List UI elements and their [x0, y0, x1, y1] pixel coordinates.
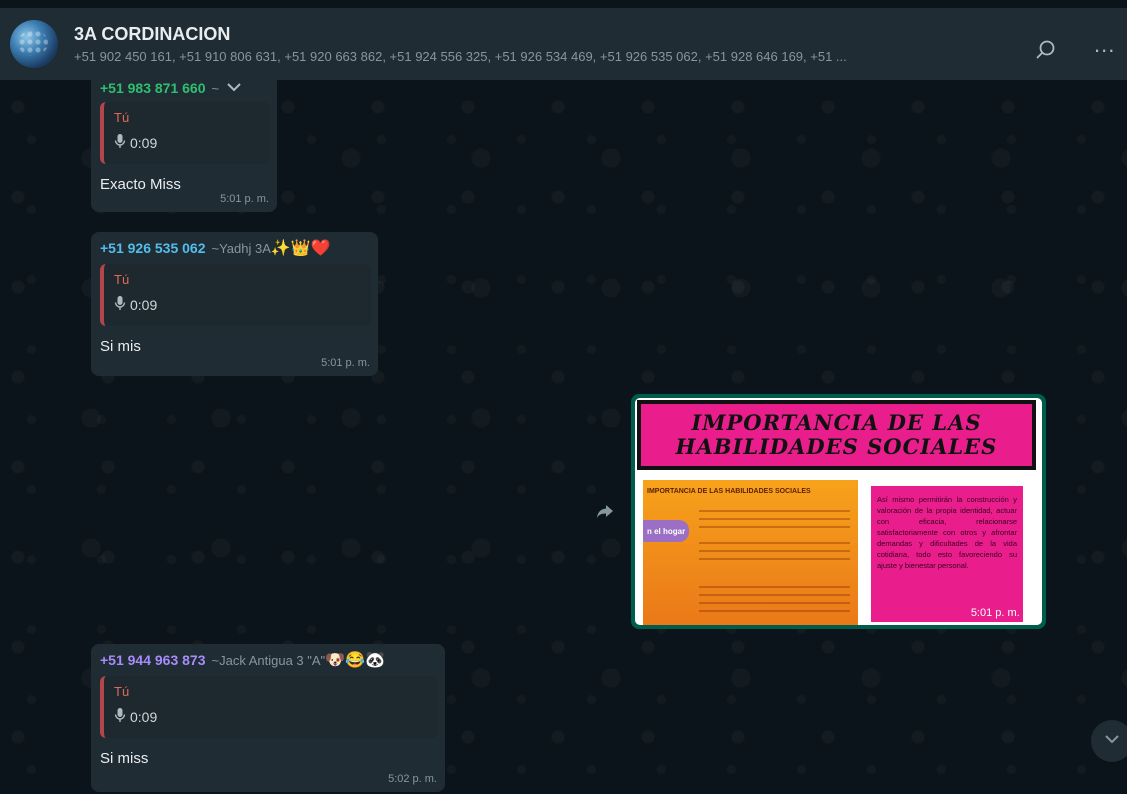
search-icon[interactable]: [1034, 38, 1058, 62]
audio-duration: 0:09: [130, 134, 158, 151]
image-message[interactable]: IMPORTANCIA DE LAS HABILIDADES SOCIALES …: [631, 394, 1046, 629]
sender-phone[interactable]: +51 926 535 062: [100, 240, 206, 256]
alias-emoji: ✨👑❤️: [270, 240, 331, 257]
message-bubble[interactable]: +51 944 963 873 ~Jack Antigua 3 "A"🐶😂🐼 T…: [91, 644, 445, 792]
quote-author: Tú: [114, 684, 130, 699]
message-text: Exacto Miss: [100, 176, 181, 193]
more-options-icon[interactable]: ...: [1094, 34, 1118, 62]
chevron-down-icon[interactable]: [225, 80, 243, 96]
slide-title: IMPORTANCIA DE LAS HABILIDADES SOCIALES: [675, 410, 998, 459]
quote-audio: 0:09: [114, 133, 260, 152]
quoted-message[interactable]: Tú 0:09: [100, 264, 371, 326]
message-bubble[interactable]: +51 926 535 062 ~Yadhj 3A✨👑❤️ Tú 0:09 Si…: [91, 232, 378, 376]
chat-header[interactable]: 3A CORDINACION +51 902 450 161, +51 910 …: [0, 8, 1127, 80]
sender-alias: ~Jack Antigua 3 "A"🐶😂🐼: [212, 650, 385, 670]
alias-text: ~Yadhj 3A: [211, 241, 271, 256]
microphone-icon: [114, 295, 126, 314]
slide-pill: n el hogar: [643, 520, 689, 542]
microphone-icon: [114, 133, 126, 152]
alias-emoji: 🐶😂🐼: [325, 652, 385, 669]
participants-list[interactable]: +51 902 450 161, +51 910 806 631, +51 92…: [74, 49, 1004, 64]
sender-alias: ~: [211, 80, 220, 96]
quoted-message[interactable]: Tú 0:09: [100, 102, 270, 164]
slide-right-panel: Así mismo permitirán la construcción y v…: [871, 486, 1023, 622]
slide-title-banner: IMPORTANCIA DE LAS HABILIDADES SOCIALES: [637, 400, 1036, 470]
microphone-icon: [114, 707, 126, 726]
message-text: Si miss: [100, 750, 149, 767]
chevron-down-icon: [1103, 732, 1121, 750]
quote-author: Tú: [114, 110, 130, 125]
sender-phone[interactable]: +51 944 963 873: [100, 652, 206, 668]
audio-duration: 0:09: [130, 708, 158, 725]
slide-left-title: IMPORTANCIA DE LAS HABILIDADES SOCIALES: [647, 488, 811, 495]
alias-text: ~Jack Antigua 3 "A": [211, 653, 326, 668]
quoted-message[interactable]: Tú 0:09: [100, 676, 438, 738]
message-text: Si mis: [100, 338, 141, 355]
message-bubble[interactable]: +51 983 871 660 ~ Tú 0:09 Exacto Miss 5:…: [91, 80, 277, 212]
message-sender: +51 983 871 660 ~: [100, 80, 270, 96]
scroll-down-button[interactable]: [1091, 720, 1127, 762]
slide-left-panel: IMPORTANCIA DE LAS HABILIDADES SOCIALES …: [643, 480, 858, 625]
message-time: 5:02 p. m.: [388, 773, 437, 785]
sender-phone[interactable]: +51 983 871 660: [100, 80, 206, 96]
chat-area[interactable]: +51 983 871 660 ~ Tú 0:09 Exacto Miss 5:…: [0, 80, 1127, 794]
message-sender: +51 926 535 062 ~Yadhj 3A✨👑❤️: [100, 238, 371, 258]
quote-author: Tú: [114, 272, 130, 287]
sender-alias: ~Yadhj 3A✨👑❤️: [212, 238, 331, 258]
forward-icon[interactable]: [594, 500, 616, 522]
group-avatar[interactable]: [10, 20, 58, 68]
quote-audio: 0:09: [114, 707, 428, 726]
slide-image[interactable]: IMPORTANCIA DE LAS HABILIDADES SOCIALES …: [635, 398, 1042, 625]
message-time: 5:01 p. m.: [220, 193, 269, 205]
message-time: 5:01 p. m.: [321, 357, 370, 369]
quote-audio: 0:09: [114, 295, 361, 314]
message-sender: +51 944 963 873 ~Jack Antigua 3 "A"🐶😂🐼: [100, 650, 438, 670]
audio-duration: 0:09: [130, 296, 158, 313]
group-title[interactable]: 3A CORDINACION: [74, 24, 230, 45]
message-time: 5:01 p. m. ✓: [970, 607, 1032, 619]
